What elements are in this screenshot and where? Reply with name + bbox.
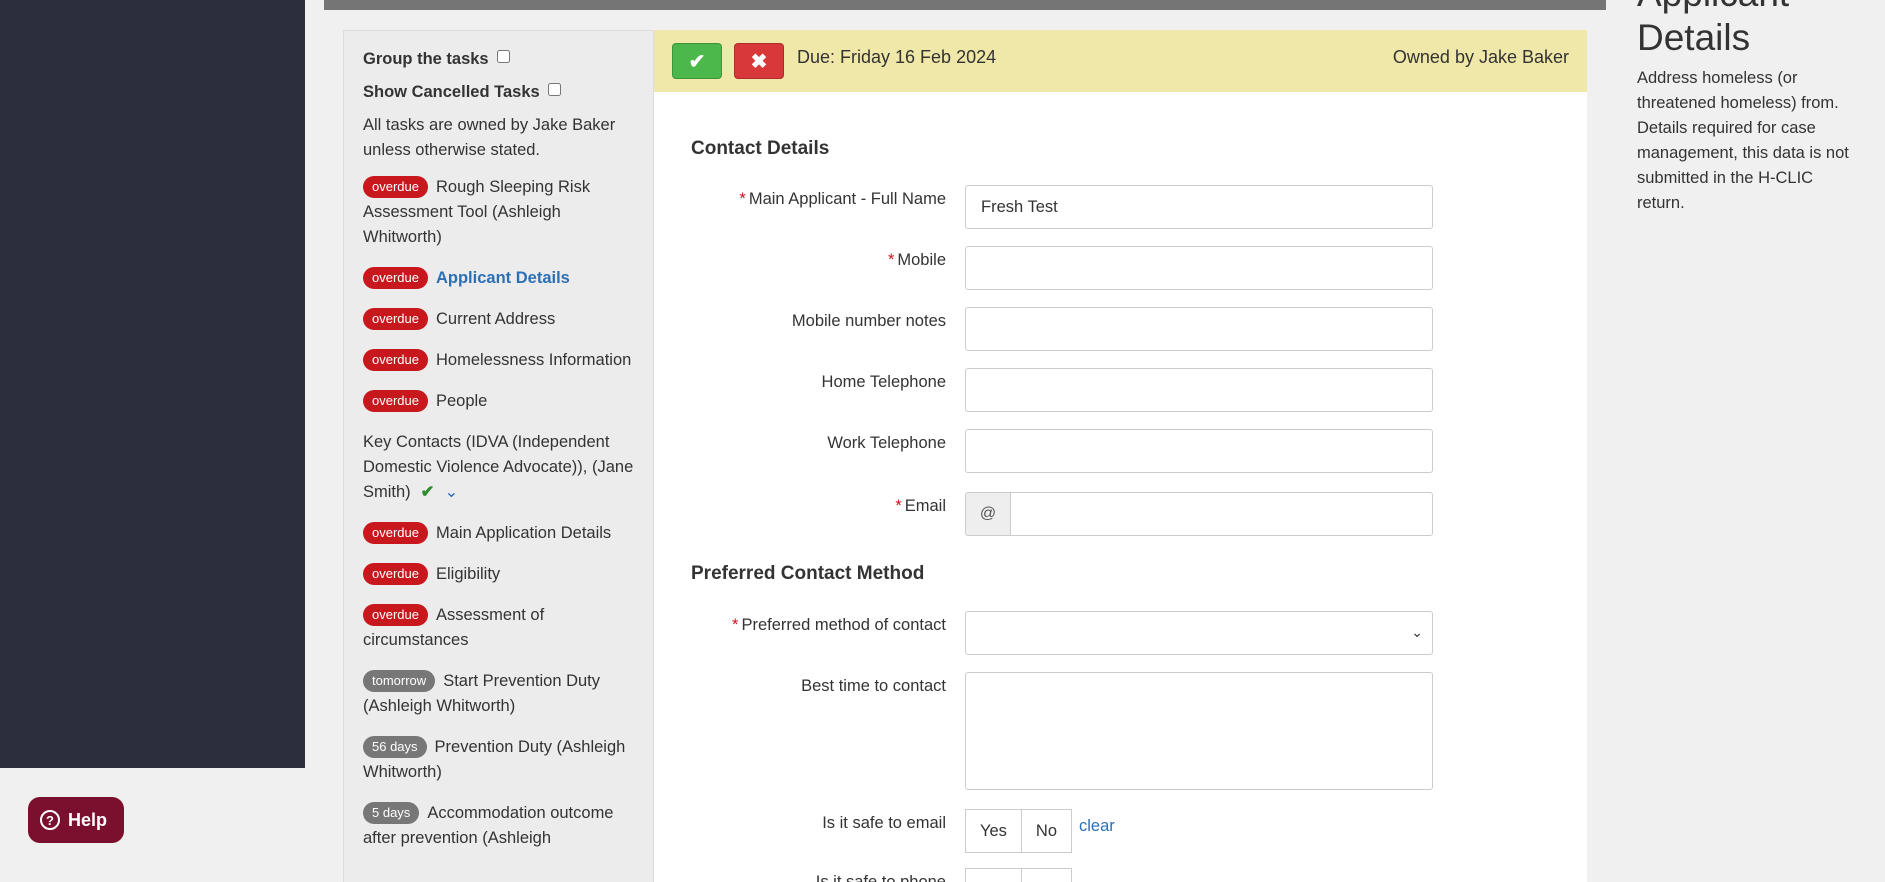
- task-label[interactable]: Main Application Details: [436, 524, 611, 542]
- safe-email-clear-link[interactable]: clear: [1079, 817, 1115, 836]
- check-icon: ✔: [420, 483, 435, 501]
- task-owner-note: All tasks are owned by Jake Baker unless…: [363, 116, 616, 159]
- email-at-addon: @: [965, 492, 1010, 536]
- status-badge: overdue: [363, 522, 428, 544]
- show-cancelled-option: Show Cancelled Tasks: [363, 80, 635, 105]
- best-time-textarea[interactable]: [965, 672, 1433, 790]
- task-item[interactable]: 5 days Accommodation outcome after preven…: [363, 801, 635, 851]
- left-navigation: [0, 0, 305, 768]
- section-title-contact: Contact Details: [691, 138, 830, 159]
- task-form: ✔ ✖ Due: Friday 16 Feb 2024 Owned by Jak…: [654, 30, 1587, 882]
- task-item-active[interactable]: overdue Applicant Details: [363, 266, 635, 291]
- preferred-method-select[interactable]: ⌄: [965, 611, 1433, 655]
- task-item[interactable]: overdue Current Address: [363, 307, 635, 332]
- complete-button[interactable]: ✔: [672, 43, 722, 79]
- help-circle-icon: ?: [40, 810, 60, 830]
- task-list-panel: Group the tasks Show Cancelled Tasks All…: [343, 30, 654, 882]
- required-marker: *: [739, 190, 746, 208]
- status-badge: overdue: [363, 390, 428, 412]
- task-item[interactable]: overdue Main Application Details: [363, 521, 635, 546]
- side-panel-description: Address homeless (or threatened homeless…: [1637, 69, 1849, 212]
- safe-phone-toggle: Yes No: [965, 868, 1073, 882]
- check-icon: ✔: [688, 50, 706, 73]
- best-time-label: Best time to contact: [801, 677, 946, 695]
- status-badge: overdue: [363, 267, 428, 289]
- task-item[interactable]: overdue Eligibility: [363, 562, 635, 587]
- mobile-notes-label: Mobile number notes: [791, 312, 946, 330]
- work-telephone-label: Work Telephone: [827, 434, 946, 452]
- email-label: * Email: [895, 497, 946, 516]
- safe-phone-yes[interactable]: Yes: [965, 868, 1022, 882]
- due-date: Due: Friday 16 Feb 2024: [797, 46, 997, 67]
- task-item[interactable]: overdue Homelessness Information: [363, 348, 635, 373]
- safe-email-toggle: Yes No: [965, 809, 1073, 853]
- full-name-label-text: Main Applicant - Full Name: [748, 190, 946, 208]
- show-cancelled-checkbox[interactable]: [547, 83, 561, 96]
- required-marker: *: [732, 616, 739, 634]
- home-telephone-label: Home Telephone: [821, 373, 946, 391]
- task-label[interactable]: Current Address: [436, 310, 555, 328]
- status-badge: overdue: [363, 563, 428, 585]
- mobile-label: * Mobile: [888, 251, 946, 270]
- cancel-task-button[interactable]: ✖: [734, 43, 784, 79]
- group-tasks-label: Group the tasks: [363, 50, 489, 68]
- email-label-text: Email: [904, 497, 946, 515]
- task-label[interactable]: People: [436, 392, 487, 410]
- chevron-down-icon[interactable]: ⌄: [445, 483, 459, 501]
- work-telephone-input[interactable]: [965, 429, 1433, 473]
- safe-email-label: Is it safe to email: [822, 814, 946, 832]
- preferred-method-label: * Preferred method of contact: [732, 616, 946, 635]
- help-label: Help: [68, 809, 108, 830]
- task-item[interactable]: overdue Assessment of circumstances: [363, 603, 635, 653]
- status-badge: overdue: [363, 308, 428, 330]
- help-button[interactable]: ? Help: [28, 797, 124, 843]
- status-badge: 5 days: [363, 802, 420, 824]
- due-bar: ✔ ✖ Due: Friday 16 Feb 2024 Owned by Jak…: [654, 30, 1587, 92]
- section-title-preferred-contact: Preferred Contact Method: [691, 563, 925, 584]
- required-marker: *: [887, 251, 895, 269]
- task-owner: Owned by Jake Baker: [1392, 46, 1569, 67]
- task-label[interactable]: Key Contacts (IDVA (Independent Domestic…: [363, 433, 633, 501]
- status-badge: 56 days: [363, 736, 427, 758]
- side-panel-title: Applicant Details: [1637, 0, 1789, 58]
- safe-email-yes[interactable]: Yes: [965, 809, 1022, 853]
- task-label[interactable]: Homelessness Information: [436, 351, 631, 369]
- task-item[interactable]: overdue Rough Sleeping Risk Assessment To…: [363, 175, 635, 250]
- mobile-notes-input[interactable]: [965, 307, 1433, 351]
- task-item[interactable]: Key Contacts (IDVA (Independent Domestic…: [363, 430, 635, 505]
- chevron-down-icon: ⌄: [1411, 624, 1423, 640]
- safe-email-no[interactable]: No: [1021, 809, 1073, 853]
- task-item[interactable]: tomorrow Start Prevention Duty (Ashleigh …: [363, 669, 635, 719]
- group-tasks-option: Group the tasks: [363, 47, 635, 72]
- status-badge: overdue: [363, 604, 428, 626]
- mobile-input[interactable]: [965, 246, 1433, 290]
- task-label[interactable]: Applicant Details: [436, 269, 570, 287]
- group-tasks-checkbox[interactable]: [496, 50, 510, 63]
- status-badge: overdue: [363, 176, 428, 198]
- required-marker: *: [895, 497, 902, 515]
- mobile-label-text: Mobile: [897, 251, 946, 269]
- top-bar: [324, 0, 1606, 10]
- task-label[interactable]: Eligibility: [436, 565, 500, 583]
- full-name-label: * Main Applicant - Full Name: [739, 190, 946, 209]
- safe-phone-label: Is it safe to phone: [815, 873, 946, 882]
- safe-phone-no[interactable]: No: [1021, 868, 1073, 882]
- home-telephone-input[interactable]: [965, 368, 1433, 412]
- full-name-input[interactable]: [965, 185, 1433, 229]
- show-cancelled-label: Show Cancelled Tasks: [363, 83, 540, 101]
- status-badge: tomorrow: [363, 670, 436, 692]
- status-badge: overdue: [363, 349, 428, 371]
- task-item[interactable]: overdue People: [363, 389, 635, 414]
- task-item[interactable]: 56 days Prevention Duty (Ashleigh Whitwor…: [363, 735, 635, 785]
- help-side-panel: Applicant Details Address homeless (or t…: [1606, 0, 1885, 882]
- preferred-method-label-text: Preferred method of contact: [741, 616, 946, 634]
- close-icon: ✖: [750, 50, 768, 73]
- email-input[interactable]: [1010, 492, 1433, 536]
